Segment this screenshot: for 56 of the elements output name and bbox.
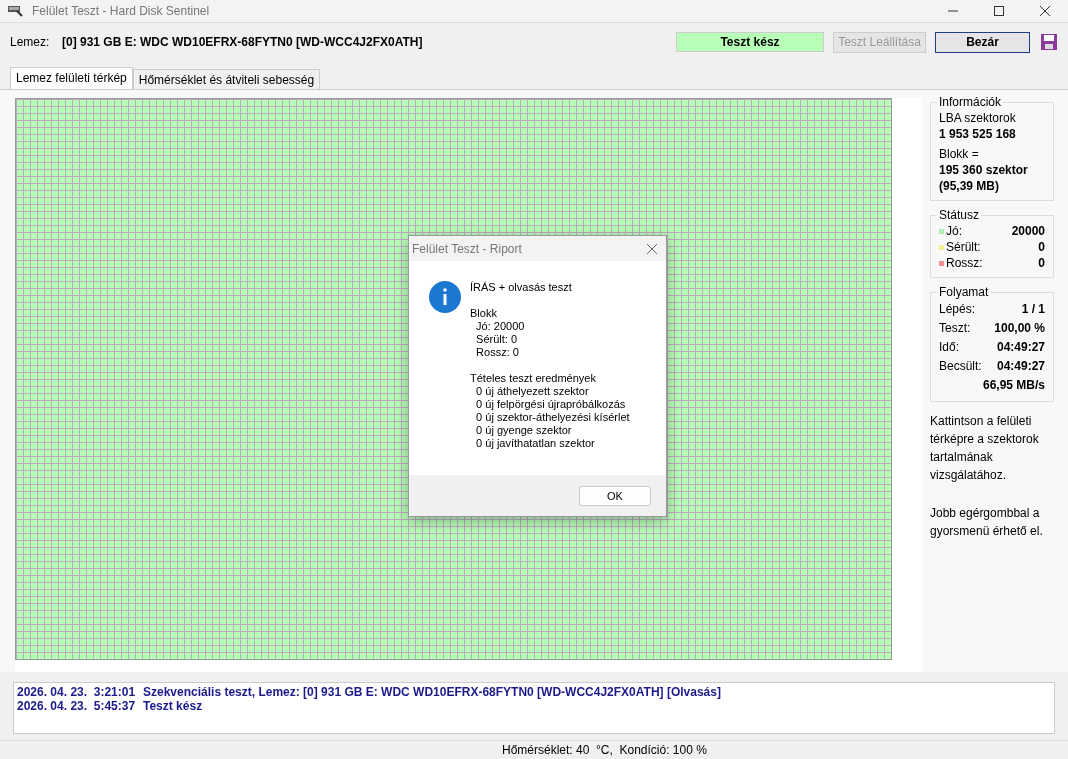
group-title: Információk — [938, 94, 1003, 110]
status-value: 0 — [1038, 255, 1045, 271]
progress-value: 100,00 % — [994, 320, 1045, 337]
maximize-icon[interactable] — [993, 5, 1005, 17]
disk-label: Lemez: — [10, 35, 51, 49]
group-title: Folyamat — [938, 284, 990, 300]
group-title: Státusz — [938, 207, 981, 223]
hint-text: Kattintson a felületi térképre a szektorok tartalmának vizsgálatához. — [930, 413, 1040, 484]
status-bar-text: Hőmérséklet: 40 °C, Kondíció: 100 % — [502, 743, 707, 757]
info-icon — [429, 281, 461, 313]
info-value: (95,39 MB) — [939, 178, 1001, 194]
dialog-title: Felület Teszt - Riport — [412, 241, 522, 256]
report-line: 0 új javíthatatlan szektor — [475, 437, 596, 450]
disk-name: [0] 931 GB E: WDC WD10EFRX-68FYTN0 [WD-WCC4J2FX0ATH] — [62, 35, 423, 49]
save-icon[interactable] — [1040, 33, 1058, 51]
toolbar-button[interactable]: Bezár — [935, 31, 1030, 53]
status-label: Rossz: — [946, 255, 983, 271]
report-line: 0 új áthelyezett szektor — [475, 385, 590, 398]
report-line: ÍRÁS + olvasás teszt — [470, 281, 573, 294]
log-time: 2026. 04. 23. 3:21:01 — [17, 685, 137, 699]
report-line: 0 új gyenge szektor — [475, 424, 573, 437]
status-value: 20000 — [1011, 223, 1045, 239]
tab[interactable]: Lemez felületi térkép — [10, 67, 133, 89]
report-line: Jó: 20000 — [475, 320, 526, 333]
progress-value: 66,95 MB/s — [982, 377, 1045, 394]
status-label: Sérült: — [946, 239, 981, 255]
info-value: 195 360 szektor — [939, 162, 1029, 178]
report-line: Sérült: 0 — [475, 333, 519, 346]
app-icon — [8, 5, 24, 17]
progress-label: Teszt: — [939, 320, 971, 337]
info-label: Blokk = — [939, 146, 980, 162]
report-line: Rossz: 0 — [475, 346, 520, 359]
log-time: 2026. 04. 23. 5:45:37 — [17, 699, 137, 713]
status-label: Jó: — [946, 223, 962, 239]
report-line: Blokk — [470, 307, 498, 320]
tab[interactable]: Hőmérséklet és átviteli sebesség — [132, 69, 321, 89]
progress-value: 04:49:27 — [996, 358, 1045, 375]
report-line: Tételes teszt eredmények — [470, 372, 597, 385]
progress-label: Idő: — [939, 339, 959, 356]
log-message: Teszt kész — [143, 699, 203, 713]
test-status: Teszt kész — [676, 32, 824, 52]
close-icon[interactable] — [1039, 5, 1051, 17]
log-message: Szekvenciális teszt, Lemez: [0] 931 GB E: WDC WD10EFRX-68FYTN0 [WD-WCC4J2FX0ATH] [Olvasás] — [143, 685, 721, 699]
status-value: 0 — [1038, 239, 1045, 255]
hint-text: Jobb egérgombbal a gyorsmenü érhető el. — [930, 505, 1044, 540]
close-icon[interactable] — [646, 242, 658, 255]
report-line: 0 új szektor-áthelyezési kísérlet — [475, 411, 630, 424]
progress-label: Becsült: — [939, 358, 982, 375]
ok-button[interactable]: OK — [579, 485, 651, 506]
progress-label: Lépés: — [939, 301, 976, 318]
progress-value: 04:49:27 — [996, 339, 1045, 356]
info-label: LBA szektorok — [939, 110, 1017, 126]
progress-value: 1 / 1 — [1021, 301, 1045, 318]
report-line: 0 új felpörgési újrapróbálkozás — [475, 398, 627, 411]
window-title: Felület Teszt - Hard Disk Sentinel — [32, 4, 210, 18]
info-value: 1 953 525 168 — [939, 126, 1017, 142]
